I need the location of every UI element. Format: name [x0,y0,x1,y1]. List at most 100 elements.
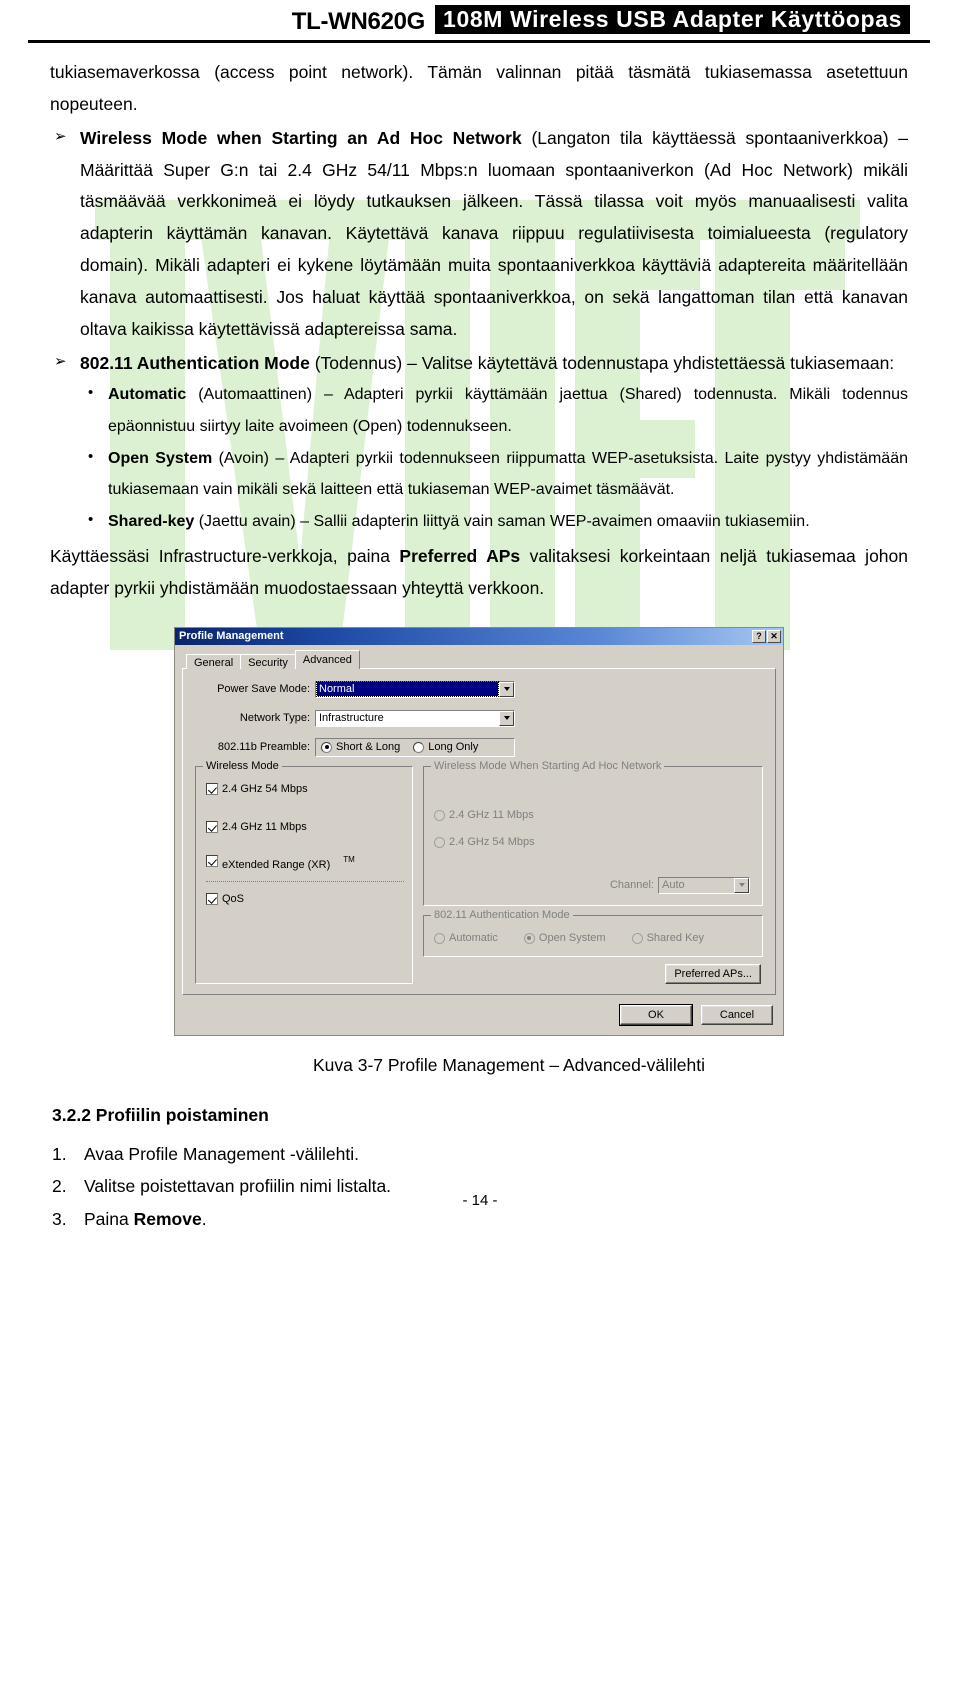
power-save-mode-value: Normal [316,681,499,698]
dialog-titlebar[interactable]: Profile Management ? ✕ [175,628,783,646]
preamble-label: 802.11b Preamble: [217,741,310,754]
intro-paragraph: tukiasemaverkossa (access point network)… [50,62,908,114]
preamble-long-only-radio[interactable]: Long Only [413,737,478,757]
arrow-bullet-icon-2: ➢ [54,352,67,370]
radio-icon [434,932,445,944]
cancel-button[interactable]: Cancel [701,1005,773,1026]
power-save-mode-row: Power Save Mode: Normal [195,679,763,699]
channel-value: Auto [662,879,685,892]
tab-general[interactable]: General [186,654,242,670]
page-header: TL-WN620G 108M Wireless USB Adapter Käyt… [0,0,960,34]
tail-bold: Preferred APs [399,546,521,567]
auth-automatic-label: Automatic [449,932,498,945]
wireless-mode-11-checkbox[interactable]: 2.4 GHz 11 Mbps [206,817,404,837]
wireless-mode-54-checkbox[interactable]: 2.4 GHz 54 Mbps [206,779,404,799]
bullet-auth-mode-text: 802.11 Authentication Mode (Todennus) – … [80,348,908,380]
adhoc-group-title: Wireless Mode When Starting Ad Hoc Netwo… [431,761,665,773]
sub-item-bold-2: Shared-key [108,513,195,531]
adhoc-inner: 2.4 GHz 11 Mbps 2.4 GHz 54 Mbps Channel: [434,779,754,897]
step-text-prefix: Paina [84,1208,134,1229]
extended-range-label: eXtended Range (XR) [222,859,331,872]
step-number: 1. [52,1143,67,1164]
checkbox-icon [206,855,218,868]
adhoc-11mbps-label: 2.4 GHz 11 Mbps [449,809,534,822]
auth-shared-key-radio: Shared Key [631,928,705,948]
radio-icon [523,932,535,944]
sub-item-rest-2: (Jaettu avain) – Sallii adapterin liitty… [194,513,810,531]
sub-item-rest-0: (Automaattinen) – Adapteri pyrkii käyttä… [108,386,908,435]
auth-mode-group: 802.11 Authentication Mode Automatic Ope… [423,910,763,958]
adhoc-54mbps-radio: 2.4 GHz 54 Mbps [434,832,754,852]
step-text: Avaa Profile Management -välilehti. [84,1143,359,1164]
radio-icon [631,932,643,944]
bullet-wireless-mode-adhoc-bold: Wireless Mode when Starting an Ad Hoc Ne… [80,127,522,148]
tab-security[interactable]: Security [240,654,296,670]
step-list: 1. Avaa Profile Management -välilehti. 2… [50,1138,908,1235]
chevron-down-icon[interactable] [499,681,514,697]
close-icon[interactable]: ✕ [767,630,781,644]
network-type-label: Network Type: [239,712,310,725]
network-type-select[interactable]: Infrastructure [315,709,515,727]
network-type-row: Network Type: Infrastructure [195,708,763,728]
auth-shared-key-label: Shared Key [646,932,705,945]
qos-checkbox[interactable]: QoS [206,889,404,909]
preamble-short-long-label: Short & Long [336,741,401,754]
header-title: 108M Wireless USB Adapter Käyttöopas [435,4,910,34]
adhoc-11mbps-radio: 2.4 GHz 11 Mbps [434,805,754,825]
auth-mode-option-list: Automatic (Automaattinen) – Adapteri pyr… [50,378,908,537]
dialog-title: Profile Management [179,630,284,643]
bullet-auth-mode-rest: (Todennus) – Valitse käytettävä todennus… [309,352,895,373]
tab-advanced[interactable]: Advanced [294,650,360,670]
checkbox-icon [206,821,218,834]
extended-range-checkbox[interactable]: eXtended Range (XR) TM [206,855,404,875]
channel-select: Auto [658,876,750,894]
mode-groups: Wireless Mode 2.4 GHz 54 Mbps 2.4 GHz 11… [195,761,763,985]
wireless-mode-group-title: Wireless Mode [203,761,282,773]
auth-mode-group-title: 802.11 Authentication Mode [431,910,573,922]
power-save-mode-label: Power Save Mode: [217,683,310,696]
auth-open-system-radio: Open System [523,928,606,948]
group-divider [206,881,404,883]
checkbox-icon [206,893,218,906]
ok-button[interactable]: OK [619,1004,693,1027]
bullet-auth-mode: ➢ 802.11 Authentication Mode (Todennus) … [50,348,908,380]
wireless-mode-group: Wireless Mode 2.4 GHz 54 Mbps 2.4 GHz 11… [195,761,413,985]
tail-part1: Käyttäessäsi Infrastructure-verkkoja, pa… [50,546,400,567]
radio-icon [413,741,425,753]
figure-screenshot: Profile Management ? ✕ General Security … [50,627,908,1037]
chevron-down-icon [734,877,749,893]
list-item: Open System (Avoin) – Adapteri pyrkii to… [86,442,908,505]
channel-row: Channel: Auto [610,875,750,895]
preamble-radio-group: Short & Long Long Only [315,737,515,757]
power-save-mode-select[interactable]: Normal [315,680,515,698]
document-content: tukiasemaverkossa (access point network)… [0,43,960,1235]
list-item: 1. Avaa Profile Management -välilehti. [52,1138,908,1170]
header-model: TL-WN620G [291,8,426,35]
adhoc-wireless-mode-group: Wireless Mode When Starting Ad Hoc Netwo… [423,761,763,907]
chevron-down-icon[interactable] [499,710,514,726]
dialog-body: General Security Advanced Power Save Mod… [175,645,783,996]
profile-management-dialog: Profile Management ? ✕ General Security … [174,627,784,1037]
help-icon[interactable]: ? [752,630,766,644]
preferred-aps-button[interactable]: Preferred APs... [665,964,761,985]
trademark-icon: TM [343,855,355,865]
preamble-row: 802.11b Preamble: Short & Long Long Only [195,737,763,757]
step-text-bold: Remove [133,1208,202,1229]
auth-automatic-radio: Automatic [434,928,498,948]
adhoc-54mbps-label: 2.4 GHz 54 Mbps [449,836,535,849]
auth-mode-radio-group: Automatic Open System Shared Key [434,928,754,948]
radio-icon [321,741,332,753]
document-page: TL-WN620G 108M Wireless USB Adapter Käyt… [0,0,960,1235]
wireless-mode-54-label: 2.4 GHz 54 Mbps [222,783,308,796]
section-heading: 3.2.2 Profiilin poistaminen [52,1104,269,1125]
bullet-wireless-mode-adhoc-text: Wireless Mode when Starting an Ad Hoc Ne… [80,123,908,346]
bullet-wireless-mode-adhoc: ➢ Wireless Mode when Starting an Ad Hoc … [50,123,908,346]
preamble-short-long-radio[interactable]: Short & Long [321,737,400,757]
dialog-buttons: OK Cancel [175,1004,773,1027]
step-text-suffix: . [201,1208,207,1229]
sub-item-bold-1: Open System [108,449,213,467]
sub-item-bold-0: Automatic [108,386,187,404]
list-item: Automatic (Automaattinen) – Adapteri pyr… [86,378,908,441]
dialog-tabstrip: General Security Advanced [182,650,776,670]
preamble-long-only-label: Long Only [428,741,479,754]
